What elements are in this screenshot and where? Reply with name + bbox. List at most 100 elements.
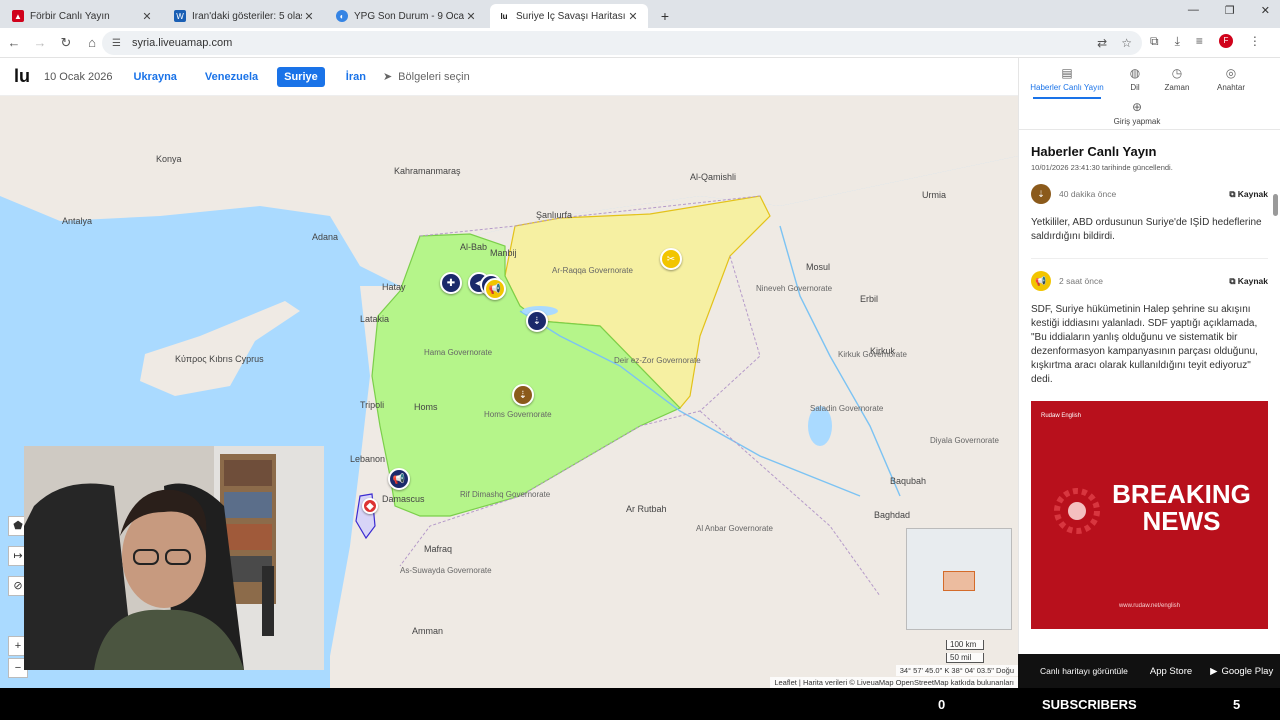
tab-close-icon[interactable]: ✕ bbox=[140, 10, 154, 23]
forward-icon[interactable]: → bbox=[28, 35, 52, 50]
tab-close-icon[interactable]: ✕ bbox=[626, 10, 640, 23]
map-label: Κύπρος Kıbrıs Cyprus bbox=[175, 354, 264, 364]
stream-subscriber-bar: 0 SUBSCRIBERS 5 bbox=[0, 688, 1280, 720]
minimap-viewport[interactable] bbox=[943, 571, 975, 591]
breaking-headline: BREAKING NEWS bbox=[1112, 479, 1251, 536]
news-item[interactable]: ⇣ 40 dakika önce ⧉ Kaynak Yetkililer, AB… bbox=[1031, 172, 1268, 259]
scrollbar-thumb[interactable] bbox=[1273, 194, 1278, 216]
tab-favicon-icon: ▲ bbox=[12, 10, 24, 22]
navigation-arrow-icon: ➤ bbox=[382, 71, 393, 83]
source-link[interactable]: ⧉ Kaynak bbox=[1229, 189, 1268, 200]
minimap[interactable] bbox=[906, 528, 1012, 630]
browser-tab[interactable]: W İran'daki gösteriler: 5 olası sena ✕ bbox=[166, 4, 324, 28]
map-label: Rif Dimashq Governorate bbox=[460, 490, 551, 499]
subscribers-label: SUBSCRIBERS bbox=[1042, 697, 1137, 712]
map-label: Erbil bbox=[860, 294, 879, 304]
source-link[interactable]: ⧉ Kaynak bbox=[1229, 276, 1268, 287]
tab-title: Förbir Canlı Yayın bbox=[30, 10, 110, 22]
minimize-icon[interactable]: — bbox=[1188, 4, 1199, 17]
site-header: lu 10 Ocak 2026 Ukrayna Venezuela Suriye… bbox=[0, 58, 1018, 96]
tab-title: YPG Son Durum - 9 Ocak 2026 bbox=[354, 10, 464, 22]
tab-label: Giriş yapmak bbox=[1113, 117, 1161, 126]
country-link-iran[interactable]: İran bbox=[339, 67, 373, 87]
reload-icon[interactable]: ↻ bbox=[54, 35, 78, 51]
map-label: Kirkuk Governorate bbox=[838, 350, 907, 359]
announcement-marker[interactable]: 📢 bbox=[388, 468, 410, 490]
country-link-venezuela[interactable]: Venezuela bbox=[198, 67, 265, 87]
tab-favicon-icon: W bbox=[174, 10, 186, 22]
browser-tab[interactable]: ◐ YPG Son Durum - 9 Ocak 2026 ✕ bbox=[328, 4, 486, 28]
map-label: Deir ez-Zor Governorate bbox=[614, 356, 701, 365]
map-label: Mafraq bbox=[424, 544, 453, 554]
airstrike-marker[interactable]: ⇣ bbox=[512, 384, 534, 406]
region-select[interactable]: ➤ Bölgeleri seçin bbox=[382, 70, 470, 84]
download-icon[interactable]: ⤓ bbox=[1175, 34, 1180, 49]
liveuamap-logo[interactable]: lu bbox=[14, 66, 36, 87]
back-icon[interactable]: ← bbox=[2, 35, 26, 50]
app-bar-text: Canlı haritayı görüntüle bbox=[1040, 666, 1128, 676]
current-date: 10 Ocak 2026 bbox=[44, 70, 113, 83]
rudaw-brand: Rudaw English bbox=[1041, 413, 1082, 419]
map-label: Diyala Governorate bbox=[930, 436, 999, 445]
news-text: SDF, Suriye hükümetinin Halep şehrine su… bbox=[1031, 304, 1258, 385]
tab-login[interactable]: ⊕ Giriş yapmak bbox=[1097, 100, 1177, 126]
restore-icon[interactable]: ❐ bbox=[1225, 4, 1235, 17]
browser-tab[interactable]: ▲ Förbir Canlı Yayın ✕ bbox=[4, 4, 162, 28]
sdf-event-marker[interactable]: ✂ bbox=[660, 248, 682, 270]
map-label: Antalya bbox=[62, 216, 93, 226]
site-info-icon[interactable]: ☰ bbox=[112, 38, 126, 49]
map-label: Saladin Governorate bbox=[810, 404, 884, 413]
map-label: Damascus bbox=[382, 494, 425, 504]
map-label: Baghdad bbox=[874, 510, 911, 520]
map-label: Latakia bbox=[360, 314, 390, 324]
israel-event-marker[interactable]: ◆ bbox=[362, 498, 378, 514]
home-icon[interactable]: ⌂ bbox=[80, 35, 104, 50]
news-time: 2 saat önce bbox=[1059, 276, 1103, 286]
compass-icon: ◎ bbox=[1225, 66, 1237, 80]
map-label: Al Anbar Governorate bbox=[696, 524, 773, 533]
map-label: Urmia bbox=[922, 190, 946, 200]
tab-key[interactable]: ◎ Anahtar bbox=[1191, 66, 1271, 92]
panel-scrollbar[interactable] bbox=[1273, 186, 1278, 654]
medical-event-marker[interactable]: ✚ bbox=[440, 272, 462, 294]
country-link-ukrayna[interactable]: Ukrayna bbox=[127, 67, 184, 87]
extensions-icon[interactable]: ⧉ bbox=[1150, 34, 1159, 49]
map-label: Şanlıurfa bbox=[536, 210, 573, 220]
map-label: Nineveh Governorate bbox=[756, 284, 833, 293]
tab-close-icon[interactable]: ✕ bbox=[464, 10, 478, 23]
map-label: Homs bbox=[414, 402, 438, 412]
url-bar[interactable]: ☰ syria.liveuamap.com ⇄ ☆ bbox=[102, 31, 1142, 55]
tab-close-icon[interactable]: ✕ bbox=[302, 10, 316, 23]
tab-label: Zaman bbox=[1164, 83, 1190, 92]
airstrike-icon: ⇣ bbox=[1031, 184, 1051, 204]
news-item[interactable]: 📢 2 saat önce ⧉ Kaynak SDF, Suriye hüküm… bbox=[1031, 259, 1268, 401]
bookmark-star-icon[interactable]: ☆ bbox=[1121, 36, 1132, 50]
last-updated: 10/01/2026 23:41:30 tarihinde güncellend… bbox=[1031, 163, 1173, 172]
menu-icon[interactable]: ⋮ bbox=[1249, 34, 1261, 49]
map-label: Ar-Raqqa Governorate bbox=[552, 266, 633, 275]
subscriber-goal-start: 0 bbox=[938, 697, 946, 712]
tab-favicon-icon: lu bbox=[500, 11, 508, 21]
new-tab-icon[interactable]: + bbox=[654, 5, 676, 27]
breaking-news-image[interactable]: Rudaw English BREAKING NEWS www.rudaw.ne… bbox=[1031, 401, 1268, 629]
map-label: Ar Rutbah bbox=[626, 504, 667, 514]
map-attribution[interactable]: Leaflet | Harita verileri © LiveuaMap Op… bbox=[770, 677, 1018, 688]
tab-label: Haberler Canlı Yayın bbox=[1030, 83, 1104, 92]
sdf-announcement-marker[interactable]: 📢 bbox=[484, 278, 506, 300]
streamer-video bbox=[24, 446, 324, 670]
profile-avatar-icon[interactable]: F bbox=[1218, 34, 1233, 48]
login-icon: ⊕ bbox=[1131, 100, 1143, 114]
browser-tab-active[interactable]: lu Suriye İç Savaşı Haritası - Suriye ✕ bbox=[490, 4, 648, 28]
google-play-button[interactable]: ▶ Google Play bbox=[1210, 666, 1273, 677]
close-window-icon[interactable]: ✕ bbox=[1261, 4, 1270, 17]
map-label: Konya bbox=[156, 154, 182, 164]
app-download-bar: Canlı haritayı görüntüle App Store ▶ Goo… bbox=[1018, 654, 1280, 688]
country-link-suriye[interactable]: Suriye bbox=[277, 66, 325, 87]
app-store-button[interactable]: App Store bbox=[1146, 666, 1192, 677]
panel-title: Haberler Canlı Yayın bbox=[1031, 144, 1157, 159]
military-event-marker[interactable]: ⇣ bbox=[526, 310, 548, 332]
browser-toolbar: ← → ↻ ⌂ ☰ syria.liveuamap.com ⇄ ☆ ⧉ ⤓ ≡ … bbox=[0, 28, 1280, 58]
reading-list-icon[interactable]: ≡ bbox=[1196, 34, 1203, 49]
translate-icon[interactable]: ⇄ bbox=[1097, 36, 1107, 50]
news-time: 40 dakika önce bbox=[1059, 189, 1117, 199]
